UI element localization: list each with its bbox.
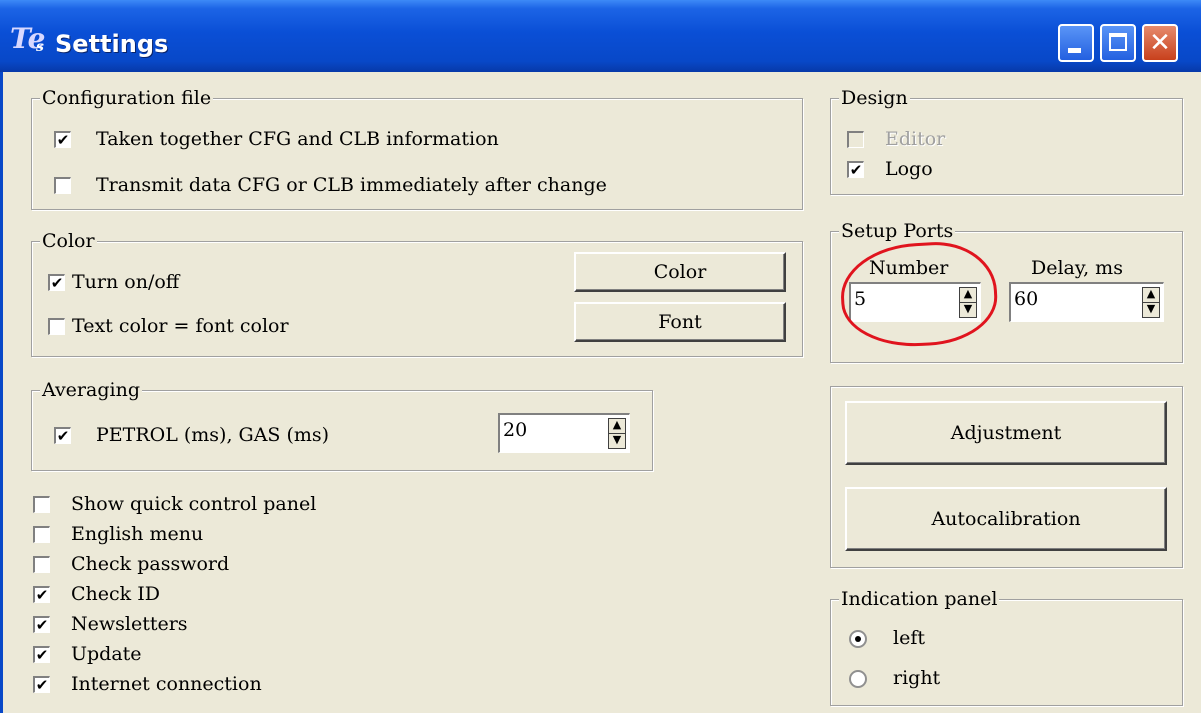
transmit-data-checkbox[interactable] <box>54 177 71 194</box>
minimize-button[interactable] <box>1058 24 1094 62</box>
right-radio[interactable] <box>849 670 867 688</box>
logo-label: Logo <box>885 158 933 180</box>
newsletters-label: Newsletters <box>71 613 188 635</box>
spin-down-icon[interactable]: ▼ <box>609 433 625 449</box>
actions-group: Adjustment Autocalibration <box>830 386 1183 568</box>
check-password-checkbox[interactable] <box>33 556 50 573</box>
autocalibration-button[interactable]: Autocalibration <box>845 487 1167 551</box>
minimize-icon <box>1068 48 1081 53</box>
averaging-spin-buttons[interactable]: ▲ ▼ <box>608 418 626 449</box>
left-radio[interactable] <box>849 630 867 648</box>
petrol-gas-label: PETROL (ms), GAS (ms) <box>96 424 330 446</box>
internet-connection-label: Internet connection <box>71 673 262 695</box>
delay-spinner[interactable]: 60 ▲ ▼ <box>1009 282 1164 322</box>
taken-together-checkbox[interactable]: ✔ <box>54 131 71 148</box>
averaging-legend: Averaging <box>40 378 142 402</box>
adjustment-button[interactable]: Adjustment <box>845 401 1167 465</box>
averaging-value: 20 <box>503 419 528 441</box>
text-color-label: Text color = font color <box>72 315 289 337</box>
settings-content: Configuration file ✔ Taken together CFG … <box>0 72 1201 713</box>
text-color-checkbox[interactable] <box>48 318 65 335</box>
configuration-file-legend: Configuration file <box>40 86 214 110</box>
averaging-group: Averaging ✔ PETROL (ms), GAS (ms) 20 ▲ ▼ <box>31 378 653 471</box>
turn-on-off-label: Turn on/off <box>72 271 180 293</box>
check-id-label: Check ID <box>71 583 160 605</box>
english-menu-label: English menu <box>71 523 204 545</box>
design-legend: Design <box>839 86 910 110</box>
delay-spin-buttons[interactable]: ▲ ▼ <box>1142 287 1160 318</box>
update-checkbox[interactable]: ✔ <box>33 646 50 663</box>
transmit-data-label: Transmit data CFG or CLB immediately aft… <box>96 174 607 196</box>
newsletters-checkbox[interactable]: ✔ <box>33 616 50 633</box>
close-button[interactable]: ✕ <box>1142 24 1178 62</box>
taken-together-label: Taken together CFG and CLB information <box>96 128 499 150</box>
averaging-spinner[interactable]: 20 ▲ ▼ <box>498 413 630 453</box>
configuration-file-group: Configuration file ✔ Taken together CFG … <box>31 86 803 210</box>
left-label: left <box>893 627 925 649</box>
show-quick-panel-label: Show quick control panel <box>71 493 317 515</box>
internet-connection-checkbox[interactable]: ✔ <box>33 676 50 693</box>
check-id-checkbox[interactable]: ✔ <box>33 586 50 603</box>
radio-selected-dot <box>855 636 861 642</box>
indication-panel-legend: Indication panel <box>839 587 1000 611</box>
maximize-icon <box>1109 33 1127 51</box>
window-title: Settings <box>55 30 169 58</box>
color-button[interactable]: Color <box>574 252 786 292</box>
right-label: right <box>893 667 941 689</box>
indication-panel-group: Indication panel left right <box>830 587 1183 706</box>
spin-up-icon[interactable]: ▲ <box>609 419 625 434</box>
update-label: Update <box>71 643 142 665</box>
logo-checkbox[interactable]: ✔ <box>847 161 864 178</box>
editor-checkbox <box>847 131 864 148</box>
editor-label: Editor <box>885 128 946 150</box>
delay-label: Delay, ms <box>1031 257 1123 279</box>
color-legend: Color <box>40 229 97 253</box>
maximize-button[interactable] <box>1100 24 1136 62</box>
close-icon: ✕ <box>1149 28 1171 58</box>
spin-up-icon[interactable]: ▲ <box>1143 288 1159 303</box>
design-group: Design Editor ✔ Logo <box>830 86 1183 195</box>
spin-down-icon[interactable]: ▼ <box>1143 302 1159 318</box>
app-icon: Te s <box>10 22 46 55</box>
check-password-label: Check password <box>71 553 230 575</box>
settings-window: Te s Settings ✕ Configuration file ✔ Take… <box>0 0 1201 713</box>
english-menu-checkbox[interactable] <box>33 526 50 543</box>
show-quick-panel-checkbox[interactable] <box>33 496 50 513</box>
font-button[interactable]: Font <box>574 302 786 342</box>
petrol-gas-checkbox[interactable]: ✔ <box>54 427 71 444</box>
setup-ports-legend: Setup Ports <box>839 219 956 243</box>
title-bar[interactable]: Te s Settings ✕ <box>0 0 1201 72</box>
color-group: Color ✔ Turn on/off Text color = font co… <box>31 229 803 357</box>
turn-on-off-checkbox[interactable]: ✔ <box>48 274 65 291</box>
delay-value: 60 <box>1014 288 1039 310</box>
